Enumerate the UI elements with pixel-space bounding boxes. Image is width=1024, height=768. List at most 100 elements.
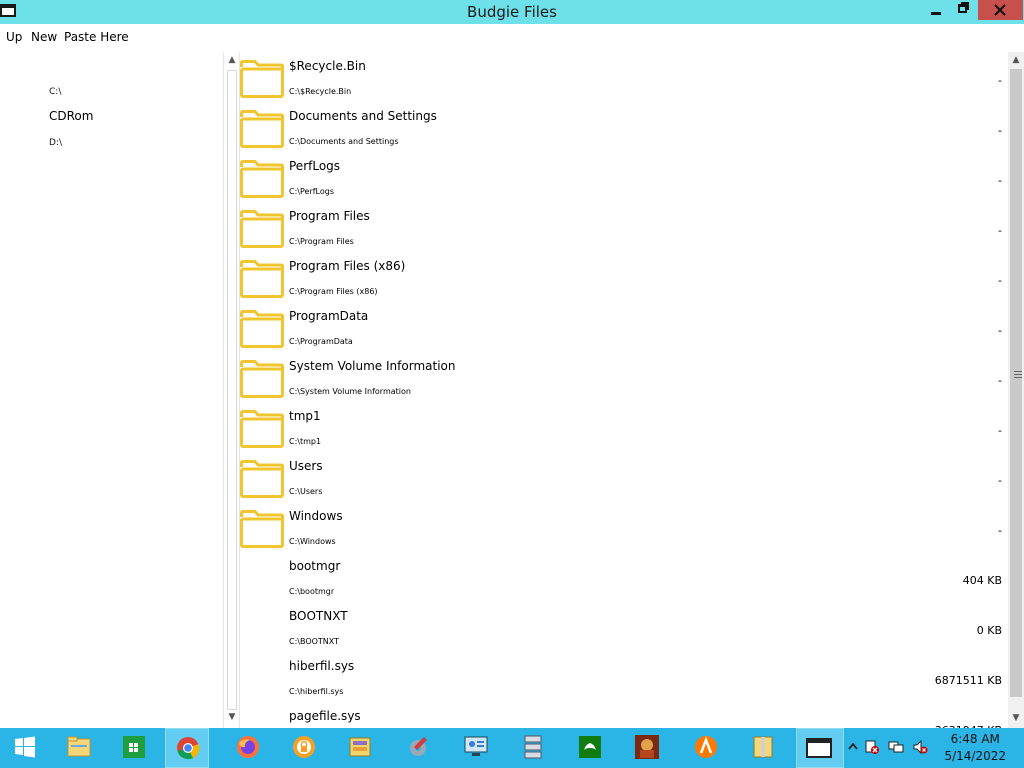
title-bar: Budgie Files — [0, 0, 1024, 24]
remote-desktop-icon — [464, 736, 488, 756]
list-item[interactable]: Windows C:\Windows - — [240, 502, 1008, 552]
file-name: Program Files — [289, 209, 370, 223]
show-hidden-icons-icon[interactable] — [848, 742, 858, 750]
taskbar-archiver-button[interactable] — [741, 728, 785, 768]
file-path: C:\ProgramData — [289, 337, 353, 346]
taskbar-remote-desktop-button[interactable] — [454, 728, 498, 768]
paste-here-button[interactable]: Paste Here — [64, 30, 129, 44]
file-path: C:\$Recycle.Bin — [289, 87, 352, 96]
file-size: - — [998, 124, 1002, 137]
grip-line — [1014, 377, 1022, 378]
file-name: Documents and Settings — [289, 109, 437, 123]
file-explorer-icon — [67, 736, 91, 757]
taskbar-game-button[interactable] — [625, 728, 669, 768]
file-name: PerfLogs — [289, 159, 341, 173]
folder-icon — [240, 160, 284, 198]
file-size: 6871511 KB — [934, 674, 1002, 687]
file-size: - — [998, 174, 1002, 187]
grip-line — [1014, 371, 1022, 372]
chrome-icon — [177, 737, 200, 760]
file-path: C:\Program Files — [289, 237, 354, 246]
window-icon — [806, 738, 832, 758]
taskbar-firefox-button[interactable] — [226, 728, 270, 768]
drive-d-path[interactable]: D:\ — [49, 138, 62, 148]
taskbar-avast-secure-browser-button[interactable] — [282, 728, 326, 768]
taskbar-server-manager-button[interactable] — [511, 728, 555, 768]
drives-sidebar: C:\ CDRom D:\ — [0, 52, 223, 728]
new-button[interactable]: New — [31, 30, 57, 44]
taskbar-chrome-button[interactable] — [165, 728, 209, 768]
archive-icon — [349, 737, 371, 757]
file-size: 0 KB — [976, 624, 1002, 637]
flag-icon[interactable] — [864, 739, 880, 755]
file-name: Program Files (x86) — [289, 259, 406, 273]
close-button[interactable] — [978, 0, 1023, 20]
drive-c-path[interactable]: C:\ — [49, 87, 61, 97]
file-name: System Volume Information — [289, 359, 456, 373]
file-name: ProgramData — [289, 309, 369, 323]
file-path: C:\PerfLogs — [289, 187, 334, 196]
file-size: - — [998, 424, 1002, 437]
network-icon[interactable] — [888, 739, 904, 755]
list-item[interactable]: $Recycle.Bin C:\$Recycle.Bin - — [240, 52, 1008, 102]
list-item[interactable]: Documents and Settings C:\Documents and S… — [240, 102, 1008, 152]
store-icon — [123, 736, 145, 758]
file-name: bootmgr — [289, 559, 341, 573]
volume-muted-icon[interactable] — [912, 739, 928, 755]
taskbar-file-explorer-button[interactable] — [57, 728, 101, 768]
folder-icon — [240, 60, 284, 98]
sidebar-scrollbar[interactable]: ▲ ▼ — [223, 52, 240, 728]
list-item[interactable]: Program Files C:\Program Files - — [240, 202, 1008, 252]
avast-icon — [695, 736, 717, 758]
list-item[interactable]: Program Files (x86) C:\Program Files (x86… — [240, 252, 1008, 302]
folder-icon — [240, 410, 284, 448]
scroll-up-icon[interactable]: ▲ — [1011, 55, 1021, 65]
file-size: - — [998, 524, 1002, 537]
minimize-button[interactable] — [922, 0, 950, 20]
list-item[interactable]: hiberfil.sys C:\hiberfil.sys 6871511 KB — [240, 652, 1008, 702]
drive-cdrom-name[interactable]: CDRom — [49, 109, 93, 123]
scroll-down-icon[interactable]: ▼ — [227, 712, 237, 722]
list-item[interactable]: pagefile.sys3631947 KB — [240, 702, 1008, 728]
file-path: C:\tmp1 — [289, 437, 322, 446]
clock[interactable]: 6:48 AM 5/14/2022 — [944, 731, 1006, 765]
scroll-down-icon[interactable]: ▼ — [1011, 713, 1021, 723]
restore-button[interactable] — [950, 0, 978, 20]
file-name: BOOTNXT — [289, 609, 348, 623]
server-icon — [524, 735, 542, 759]
file-path: C:\Documents and Settings — [289, 137, 399, 146]
file-path: C:\BOOTNXT — [289, 637, 340, 646]
list-item[interactable]: ProgramData C:\ProgramData - — [240, 302, 1008, 352]
list-item[interactable]: bootmgr C:\bootmgr 404 KB — [240, 552, 1008, 602]
taskbar-store-button[interactable] — [112, 728, 156, 768]
window-title: Budgie Files — [467, 3, 557, 21]
file-list-scrollbar[interactable]: ▲ ▼ — [1008, 52, 1024, 728]
taskbar-archive-tool-button[interactable] — [338, 728, 382, 768]
file-name: tmp1 — [289, 409, 321, 423]
file-size: - — [998, 374, 1002, 387]
list-item[interactable]: Users C:\Users - — [240, 452, 1008, 502]
list-item[interactable]: BOOTNXT C:\BOOTNXT 0 KB — [240, 602, 1008, 652]
list-item[interactable]: PerfLogs C:\PerfLogs - — [240, 152, 1008, 202]
taskbar-system-tool-button[interactable] — [396, 728, 440, 768]
taskbar-budgie-files-button[interactable] — [796, 728, 844, 768]
taskbar-avast-button[interactable] — [684, 728, 728, 768]
taskbar-xbox-app-button[interactable] — [568, 728, 612, 768]
file-size: - — [998, 274, 1002, 287]
taskbar: 6:48 AM 5/14/2022 — [0, 728, 1024, 768]
grip-line — [1014, 374, 1022, 375]
close-icon — [994, 4, 1006, 16]
file-name: pagefile.sys — [289, 709, 361, 723]
folder-icon — [240, 510, 284, 548]
scroll-up-icon[interactable]: ▲ — [227, 55, 237, 65]
file-path: C:\Users — [289, 487, 323, 496]
start-button[interactable] — [3, 728, 47, 768]
folder-icon — [240, 260, 284, 298]
file-name: Users — [289, 459, 323, 473]
scroll-thumb[interactable] — [1010, 69, 1022, 697]
up-button[interactable]: Up — [6, 30, 22, 44]
folder-icon — [240, 460, 284, 498]
list-item[interactable]: System Volume Information C:\System Volum… — [240, 352, 1008, 402]
sidebar-scroll-track[interactable] — [227, 70, 237, 710]
list-item[interactable]: tmp1 C:\tmp1 - — [240, 402, 1008, 452]
